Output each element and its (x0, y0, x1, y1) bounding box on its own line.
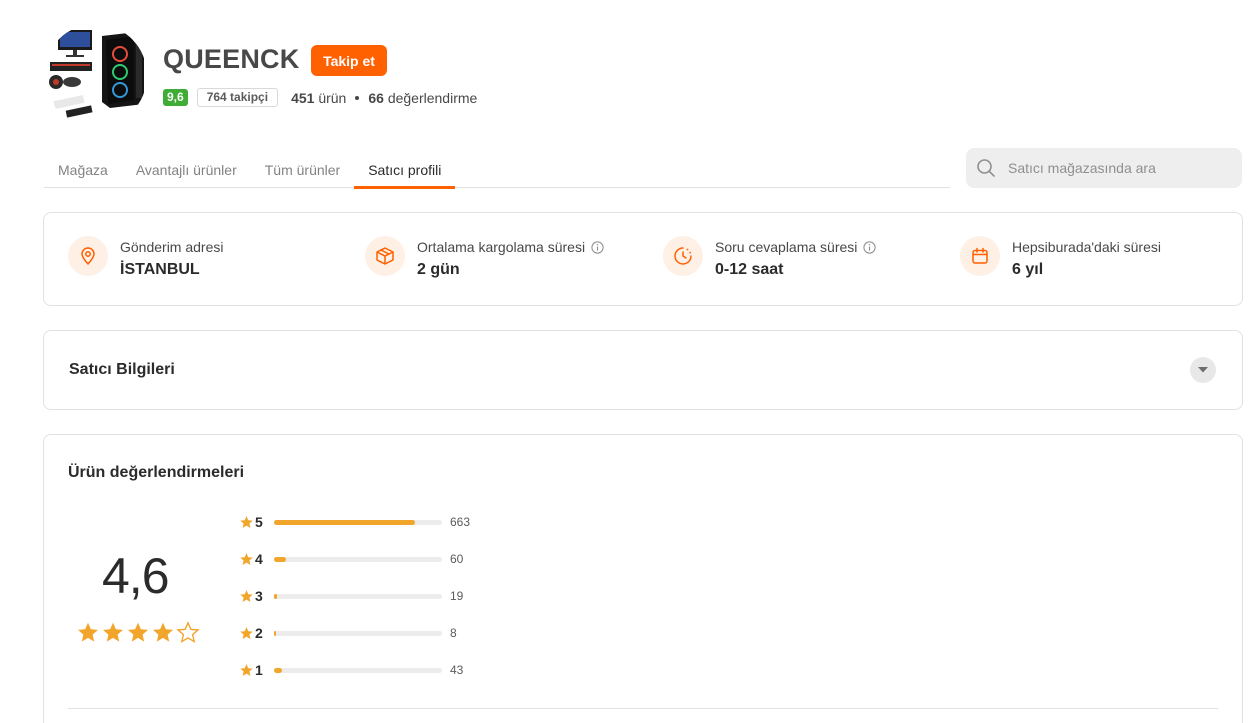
separator-dot (355, 95, 360, 100)
info-label: Ortalama kargolama süresi (417, 239, 586, 255)
info-label: Soru cevaplama süresi (715, 239, 858, 255)
store-search[interactable] (966, 148, 1242, 188)
rating-row-5: 5 663 (239, 514, 470, 530)
rating-row-star: 5 (255, 514, 263, 530)
rating-row-count: 60 (450, 552, 464, 566)
follow-button[interactable]: Takip et (311, 45, 387, 76)
search-input[interactable] (1008, 160, 1228, 176)
store-tabs: Mağaza Avantajlı ürünler Tüm ürünler Sat… (44, 151, 950, 189)
rating-row-3: 3 19 (239, 588, 463, 604)
rating-row-1: 1 43 (239, 662, 463, 678)
store-logo-image (44, 24, 147, 127)
star-icon (239, 515, 254, 530)
star-icon (239, 626, 254, 641)
review-count-label: değerlendirme (387, 89, 478, 106)
seller-rating-badge: 9,6 (163, 89, 188, 106)
info-answer-time: Soru cevaplama süresi 0-12 saat (663, 236, 877, 279)
rating-bar (274, 630, 442, 636)
rating-bar-fill (274, 667, 283, 673)
store-meta: 9,6 764 takipçi 451 ürün 66 değerlendirm… (163, 88, 477, 107)
rating-row-star: 1 (255, 662, 263, 678)
info-value: İSTANBUL (120, 261, 200, 278)
seller-stats-card: Gönderim adresi İSTANBUL Ortalama kargol… (43, 212, 1243, 306)
calendar-icon (960, 236, 1000, 276)
rating-bar-fill (274, 593, 278, 599)
rating-bar (274, 593, 442, 599)
tab-satici-profili[interactable]: Satıcı profili (354, 151, 456, 189)
store-name: QUEENCK (163, 44, 300, 74)
average-rating: 4,6 (102, 548, 170, 604)
rating-row-4: 4 60 (239, 551, 463, 567)
info-value: 6 yıl (1012, 261, 1044, 278)
rating-row-2: 2 8 (239, 625, 457, 641)
rating-row-count: 19 (450, 589, 464, 603)
tab-magaza[interactable]: Mağaza (44, 151, 122, 188)
info-circle-icon[interactable] (591, 240, 604, 254)
rating-row-star: 3 (255, 588, 263, 604)
info-shipping-time: Ortalama kargolama süresi 2 gün (365, 236, 604, 279)
seller-info-accordion[interactable]: Satıcı Bilgileri (43, 330, 1243, 410)
rating-row-count: 663 (450, 515, 471, 529)
rating-row-star: 2 (255, 625, 263, 641)
clock-icon (663, 236, 703, 276)
star-icon (239, 552, 254, 567)
rating-row-star: 4 (255, 551, 263, 567)
info-value: 0-12 saat (715, 261, 784, 278)
search-icon (977, 159, 995, 177)
product-reviews-card: Ürün değerlendirmeleri 4,6 5 663 4 60 3 … (43, 434, 1243, 723)
review-count: 66 (368, 89, 384, 106)
product-count-label: ürün (318, 89, 347, 106)
star-icon (239, 589, 254, 604)
rating-bar-fill (274, 630, 276, 636)
star-filled-icon (76, 621, 100, 650)
info-label: Gönderim adresi (120, 239, 224, 255)
divider (68, 708, 1218, 709)
chevron-down-icon (1198, 367, 1208, 373)
info-value: 2 gün (417, 261, 460, 278)
info-membership-duration: Hepsiburada'daki süresi 6 yıl (960, 236, 1161, 279)
follower-count-badge: 764 takipçi (196, 88, 279, 107)
rating-row-count: 8 (450, 626, 457, 640)
average-rating-stars (76, 621, 200, 650)
rating-bar-fill (274, 556, 286, 562)
rating-bar-fill (274, 519, 416, 525)
rating-bar (274, 519, 442, 525)
rating-bar (274, 556, 442, 562)
store-counts: 451 ürün 66 değerlendirme (291, 90, 477, 106)
expand-button[interactable] (1190, 357, 1216, 383)
info-circle-icon[interactable] (863, 240, 877, 254)
star-filled-icon (101, 621, 125, 650)
product-count: 451 (291, 89, 315, 106)
star-filled-icon (126, 621, 150, 650)
rating-bar (274, 667, 442, 673)
rating-row-count: 43 (450, 663, 464, 677)
store-logo (44, 24, 147, 127)
reviews-title: Ürün değerlendirmeleri (68, 464, 245, 481)
info-label: Hepsiburada'daki süresi (1012, 239, 1161, 255)
tab-avantajli-urunler[interactable]: Avantajlı ürünler (122, 151, 251, 188)
star-filled-icon (151, 621, 175, 650)
seller-info-title: Satıcı Bilgileri (69, 361, 175, 378)
star-icon (239, 663, 254, 678)
location-pin-icon (68, 236, 108, 276)
package-icon (365, 236, 405, 276)
tab-tum-urunler[interactable]: Tüm ürünler (251, 151, 354, 188)
star-outline-icon (176, 621, 200, 650)
info-shipping-address: Gönderim adresi İSTANBUL (68, 236, 224, 279)
